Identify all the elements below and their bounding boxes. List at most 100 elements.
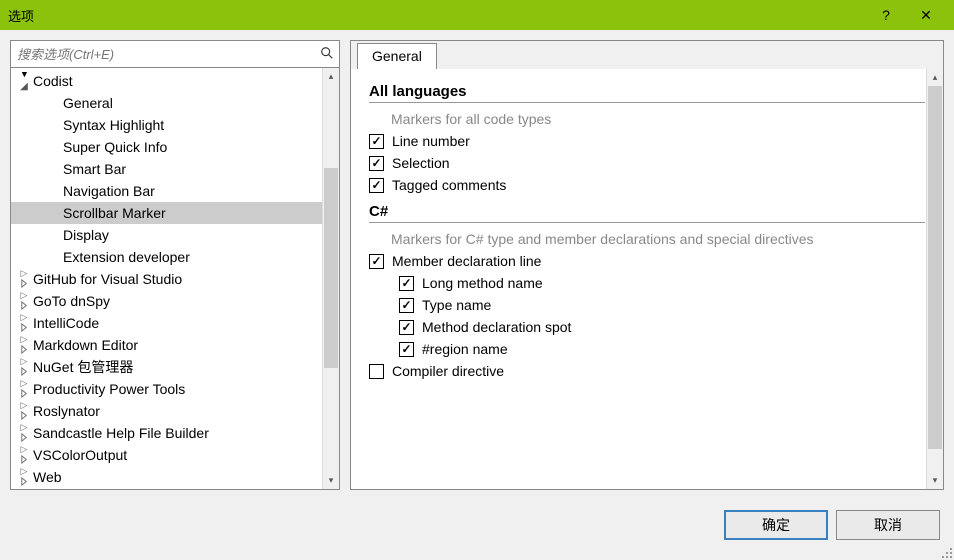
section-all-languages-desc: Markers for all code types [391, 111, 925, 127]
checkbox[interactable] [369, 156, 384, 171]
tree-item[interactable]: GitHub for Visual Studio [11, 268, 339, 290]
content-scrollbar[interactable]: ▴ ▾ [926, 69, 943, 489]
tree-item[interactable]: VSColorOutput [11, 444, 339, 466]
checkbox-label: Type name [422, 297, 491, 313]
checkbox[interactable] [399, 276, 414, 291]
tab-content: All languages Markers for all code types… [351, 69, 943, 489]
help-button[interactable]: ? [866, 0, 906, 30]
tree-item-label: Super Quick Info [61, 139, 167, 155]
tree-item-label: Navigation Bar [61, 183, 155, 199]
tree-item-label: General [61, 95, 113, 111]
tree-item-label: Roslynator [31, 403, 100, 419]
checkbox-row[interactable]: Line number [369, 133, 925, 149]
tree-item-label: Extension developer [61, 249, 190, 265]
tree-item[interactable]: Display [11, 224, 339, 246]
tree-item[interactable]: GoTo dnSpy [11, 290, 339, 312]
tree-toggle-icon[interactable] [17, 356, 31, 379]
tree-toggle-icon[interactable] [17, 400, 31, 423]
window-title: 选项 [8, 6, 866, 25]
tree-toggle-icon[interactable] [17, 444, 31, 467]
tree-toggle-icon[interactable] [17, 290, 31, 313]
close-button[interactable]: ✕ [906, 0, 946, 30]
scroll-down-icon[interactable]: ▾ [323, 472, 339, 489]
tree-item-label: GoTo dnSpy [31, 293, 110, 309]
checkbox-row[interactable]: Type name [399, 297, 925, 313]
tree-item-label: NuGet 包管理器 [31, 357, 133, 377]
tree-item[interactable]: Extension developer [11, 246, 339, 268]
tree-item[interactable]: Roslynator [11, 400, 339, 422]
options-tree[interactable]: ◢Codist General Syntax Highlight Super Quic… [10, 68, 340, 490]
checkbox-label: Method declaration spot [422, 319, 571, 335]
tree-item-label: Codist [31, 73, 73, 89]
tree-item[interactable]: General [11, 92, 339, 114]
tree-item-label: Sandcastle Help File Builder [31, 425, 209, 441]
cancel-button[interactable]: 取消 [836, 510, 940, 540]
checkbox-label: Compiler directive [392, 363, 504, 379]
tree-item-label: IntelliCode [31, 315, 99, 331]
tree-item[interactable]: NuGet 包管理器 [11, 356, 339, 378]
checkbox-row[interactable]: Compiler directive [369, 363, 925, 379]
scroll-down-icon[interactable]: ▾ [927, 472, 943, 489]
tree-item[interactable]: Smart Bar [11, 158, 339, 180]
section-csharp-title: C# [369, 203, 925, 223]
checkbox[interactable] [369, 178, 384, 193]
tab-general[interactable]: General [357, 43, 437, 69]
tree-item[interactable]: Productivity Power Tools [11, 378, 339, 400]
tree-item[interactable]: Navigation Bar [11, 180, 339, 202]
tree-item-label: Display [61, 227, 109, 243]
tree-toggle-icon[interactable] [17, 268, 31, 291]
checkbox[interactable] [399, 320, 414, 335]
checkbox-row[interactable]: Method declaration spot [399, 319, 925, 335]
scroll-thumb[interactable] [324, 168, 338, 368]
tree-toggle-icon[interactable]: ◢ [17, 70, 31, 92]
tab-strip: General [351, 41, 943, 69]
tree-item[interactable]: Syntax Highlight [11, 114, 339, 136]
tree-toggle-icon[interactable] [17, 466, 31, 489]
search-input[interactable] [11, 47, 315, 62]
checkbox-label: Member declaration line [392, 253, 541, 269]
checkbox-row[interactable]: #region name [399, 341, 925, 357]
checkbox-row[interactable]: Tagged comments [369, 177, 925, 193]
checkbox-label: Line number [392, 133, 470, 149]
tree-toggle-icon[interactable] [17, 312, 31, 335]
tree-item[interactable]: Scrollbar Marker [11, 202, 339, 224]
tree-item-label: Productivity Power Tools [31, 381, 185, 397]
checkbox-row[interactable]: Selection [369, 155, 925, 171]
tree-item-label: Web [31, 469, 62, 485]
tree-toggle-icon[interactable] [17, 422, 31, 445]
checkbox-label: Tagged comments [392, 177, 506, 193]
search-icon [315, 46, 339, 63]
ok-button[interactable]: 确定 [724, 510, 828, 540]
tree-item-label: Smart Bar [61, 161, 126, 177]
checkbox-label: Selection [392, 155, 450, 171]
tree-item[interactable]: Markdown Editor [11, 334, 339, 356]
checkbox-row[interactable]: Member declaration line [369, 253, 925, 269]
section-all-languages-title: All languages [369, 83, 925, 103]
tree-item[interactable]: Super Quick Info [11, 136, 339, 158]
scroll-up-icon[interactable]: ▴ [323, 68, 339, 85]
tree-item-label: Scrollbar Marker [61, 205, 166, 221]
tree-toggle-icon[interactable] [17, 334, 31, 357]
tree-item-label: GitHub for Visual Studio [31, 271, 182, 287]
scroll-up-icon[interactable]: ▴ [927, 69, 943, 86]
checkbox-row[interactable]: Long method name [399, 275, 925, 291]
checkbox[interactable] [369, 254, 384, 269]
resize-grip[interactable] [938, 544, 952, 558]
search-box[interactable] [10, 40, 340, 68]
tree-item[interactable]: Web [11, 466, 339, 488]
tree-item[interactable]: IntelliCode [11, 312, 339, 334]
tree-item-label: Syntax Highlight [61, 117, 164, 133]
checkbox[interactable] [369, 364, 384, 379]
checkbox-label: #region name [422, 341, 508, 357]
checkbox[interactable] [399, 298, 414, 313]
tree-item[interactable]: Sandcastle Help File Builder [11, 422, 339, 444]
tree-scrollbar[interactable]: ▴ ▾ [322, 68, 339, 489]
scroll-thumb[interactable] [928, 86, 942, 449]
tree-item-label: Markdown Editor [31, 337, 138, 353]
checkbox[interactable] [369, 134, 384, 149]
tree-item-label: VSColorOutput [31, 447, 127, 463]
checkbox[interactable] [399, 342, 414, 357]
tree-toggle-icon[interactable] [17, 378, 31, 401]
tree-item[interactable]: ◢Codist [11, 70, 339, 92]
button-bar: 确定 取消 [0, 500, 954, 550]
